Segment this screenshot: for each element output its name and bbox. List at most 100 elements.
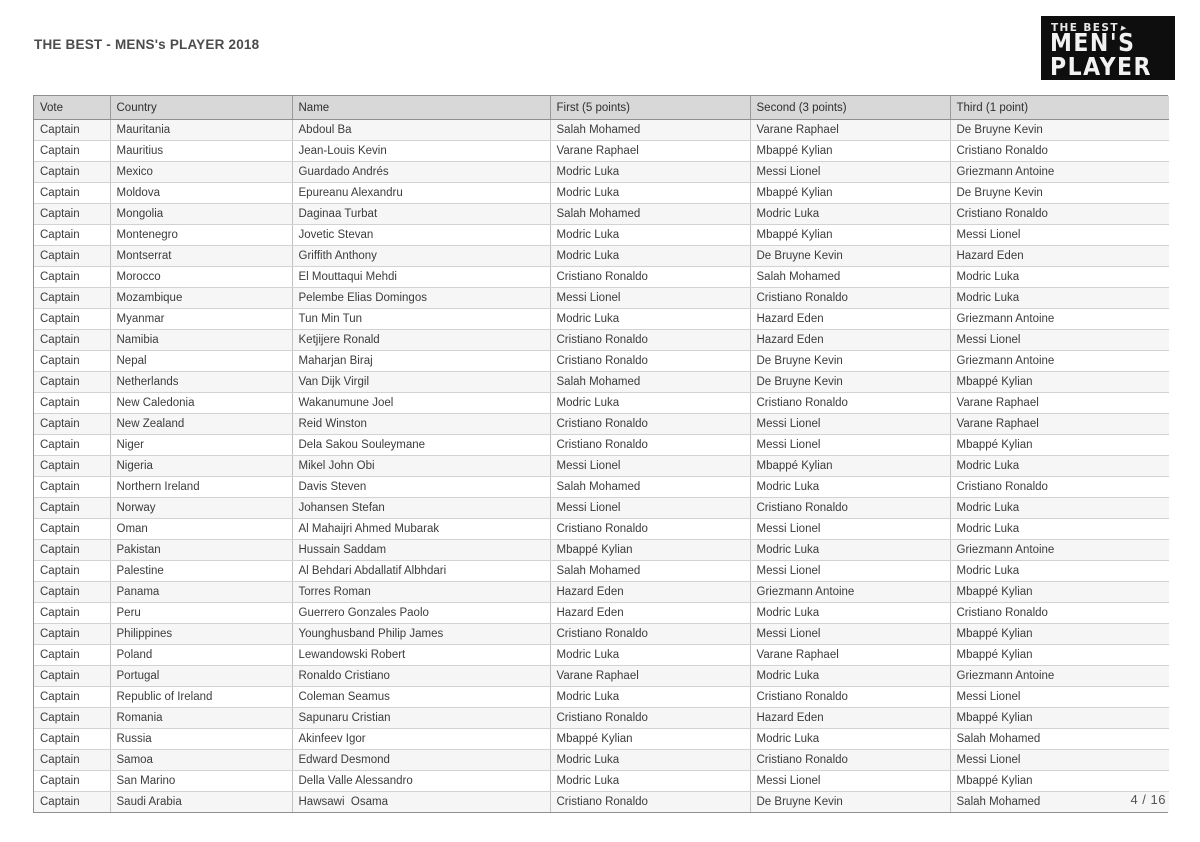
cell-vote: Captain (34, 371, 111, 393)
cell-country: Northern Ireland (110, 476, 293, 498)
table-row: Captain Mauritius Jean-Louis Kevin Varane R… (34, 140, 1169, 162)
cell-name: Sapunaru Cristian (292, 707, 551, 729)
cell-third-choice: Messi Lionel (950, 224, 1169, 246)
cell-third-choice: Griezmann Antoine (950, 539, 1169, 561)
cell-name: Hussain Saddam (292, 539, 551, 561)
table-row: Captain Portugal Ronaldo Cristiano Varane R… (34, 665, 1169, 687)
cell-second-choice: Hazard Eden (750, 707, 951, 729)
cell-second-choice: De Bruyne Kevin (750, 371, 951, 393)
cell-first-choice: Salah Mohamed (550, 371, 751, 393)
cell-name: Jovetic Stevan (292, 224, 551, 246)
cell-vote: Captain (34, 413, 111, 435)
votes-table-container: Vote Country Name First (5 points) Secon… (33, 95, 1169, 813)
table-body: Captain Mauritania Abdoul Ba Salah Mohamed V… (34, 119, 1169, 812)
document-header: THE BEST - MENS's PLAYER 2018 THE BEST▸ … (0, 0, 1200, 92)
column-header-country: Country (110, 96, 293, 120)
cell-vote: Captain (34, 140, 111, 162)
table-row: Captain New Caledonia Wakanumune Joel Modri… (34, 392, 1169, 414)
table-header-row: Vote Country Name First (5 points) Secon… (34, 96, 1169, 120)
cell-second-choice: Messi Lionel (750, 434, 951, 456)
cell-name: Guerrero Gonzales Paolo (292, 602, 551, 624)
cell-third-choice: Mbappé Kylian (950, 371, 1169, 393)
cell-country: Namibia (110, 329, 293, 351)
cell-second-choice: Messi Lionel (750, 413, 951, 435)
cell-first-choice: Messi Lionel (550, 287, 751, 309)
column-header-third: Third (1 point) (950, 96, 1169, 120)
cell-name: Pelembe Elias Domingos (292, 287, 551, 309)
table-header: Vote Country Name First (5 points) Secon… (34, 96, 1169, 120)
cell-name: Al Behdari Abdallatif Albhdari (292, 560, 551, 582)
cell-second-choice: Mbappé Kylian (750, 140, 951, 162)
cell-vote: Captain (34, 791, 111, 812)
cell-vote: Captain (34, 686, 111, 708)
logo-line-player: PLAYER (1050, 53, 1152, 79)
cell-first-choice: Modric Luka (550, 749, 751, 771)
cell-name: Al Mahaijri Ahmed Mubarak (292, 518, 551, 540)
cell-third-choice: Messi Lionel (950, 749, 1169, 771)
cell-name: Wakanumune Joel (292, 392, 551, 414)
votes-table: Vote Country Name First (5 points) Secon… (34, 96, 1169, 812)
cell-first-choice: Mbappé Kylian (550, 728, 751, 750)
table-row: Captain New Zealand Reid Winston Cristiano … (34, 413, 1169, 435)
cell-country: Samoa (110, 749, 293, 771)
cell-vote: Captain (34, 455, 111, 477)
cell-vote: Captain (34, 203, 111, 225)
cell-name: Torres Roman (292, 581, 551, 603)
cell-country: Pakistan (110, 539, 293, 561)
cell-name: Akinfeev Igor (292, 728, 551, 750)
cell-first-choice: Cristiano Ronaldo (550, 413, 751, 435)
cell-country: Peru (110, 602, 293, 624)
cell-vote: Captain (34, 161, 111, 183)
table-row: Captain Norway Johansen Stefan Messi Lionel… (34, 497, 1169, 519)
cell-name: Daginaa Turbat (292, 203, 551, 225)
cell-third-choice: Modric Luka (950, 497, 1169, 519)
table-row: Captain Nepal Maharjan Biraj Cristiano Rona… (34, 350, 1169, 372)
cell-country: Mozambique (110, 287, 293, 309)
cell-second-choice: Cristiano Ronaldo (750, 392, 951, 414)
cell-vote: Captain (34, 182, 111, 204)
cell-name: Younghusband Philip James (292, 623, 551, 645)
table-row: Captain Samoa Edward Desmond Modric Luka Cri… (34, 749, 1169, 771)
cell-name: Reid Winston (292, 413, 551, 435)
cell-third-choice: Modric Luka (950, 266, 1169, 288)
table-row: Captain Mozambique Pelembe Elias Domingos M… (34, 287, 1169, 309)
table-row: Captain Pakistan Hussain Saddam Mbappé Kyli… (34, 539, 1169, 561)
cell-country: Niger (110, 434, 293, 456)
cell-vote: Captain (34, 350, 111, 372)
cell-first-choice: Varane Raphael (550, 665, 751, 687)
cell-name: Johansen Stefan (292, 497, 551, 519)
cell-first-choice: Salah Mohamed (550, 203, 751, 225)
cell-country: Panama (110, 581, 293, 603)
cell-vote: Captain (34, 266, 111, 288)
cell-first-choice: Modric Luka (550, 245, 751, 267)
cell-third-choice: Griezmann Antoine (950, 308, 1169, 330)
cell-second-choice: Mbappé Kylian (750, 455, 951, 477)
cell-country: Myanmar (110, 308, 293, 330)
cell-second-choice: Modric Luka (750, 203, 951, 225)
table-row: Captain Netherlands Van Dijk Virgil Salah M… (34, 371, 1169, 393)
cell-third-choice: Salah Mohamed (950, 728, 1169, 750)
table-row: Captain Panama Torres Roman Hazard Eden Grie… (34, 581, 1169, 603)
cell-country: Saudi Arabia (110, 791, 293, 812)
cell-second-choice: Modric Luka (750, 602, 951, 624)
table-row: Captain Russia Akinfeev Igor Mbappé Kylian M… (34, 728, 1169, 750)
cell-second-choice: Salah Mohamed (750, 266, 951, 288)
cell-third-choice: De Bruyne Kevin (950, 182, 1169, 204)
cell-third-choice: Mbappé Kylian (950, 707, 1169, 729)
cell-second-choice: Cristiano Ronaldo (750, 686, 951, 708)
cell-country: Romania (110, 707, 293, 729)
cell-first-choice: Cristiano Ronaldo (550, 434, 751, 456)
cell-vote: Captain (34, 602, 111, 624)
cell-vote: Captain (34, 434, 111, 456)
cell-third-choice: Varane Raphael (950, 392, 1169, 414)
cell-first-choice: Salah Mohamed (550, 560, 751, 582)
cell-third-choice: Messi Lionel (950, 686, 1169, 708)
cell-second-choice: Modric Luka (750, 539, 951, 561)
cell-third-choice: Mbappé Kylian (950, 434, 1169, 456)
cell-vote: Captain (34, 245, 111, 267)
column-header-second: Second (3 points) (750, 96, 951, 120)
cell-vote: Captain (34, 644, 111, 666)
cell-first-choice: Modric Luka (550, 182, 751, 204)
cell-name: Dela Sakou Souleymane (292, 434, 551, 456)
cell-vote: Captain (34, 308, 111, 330)
